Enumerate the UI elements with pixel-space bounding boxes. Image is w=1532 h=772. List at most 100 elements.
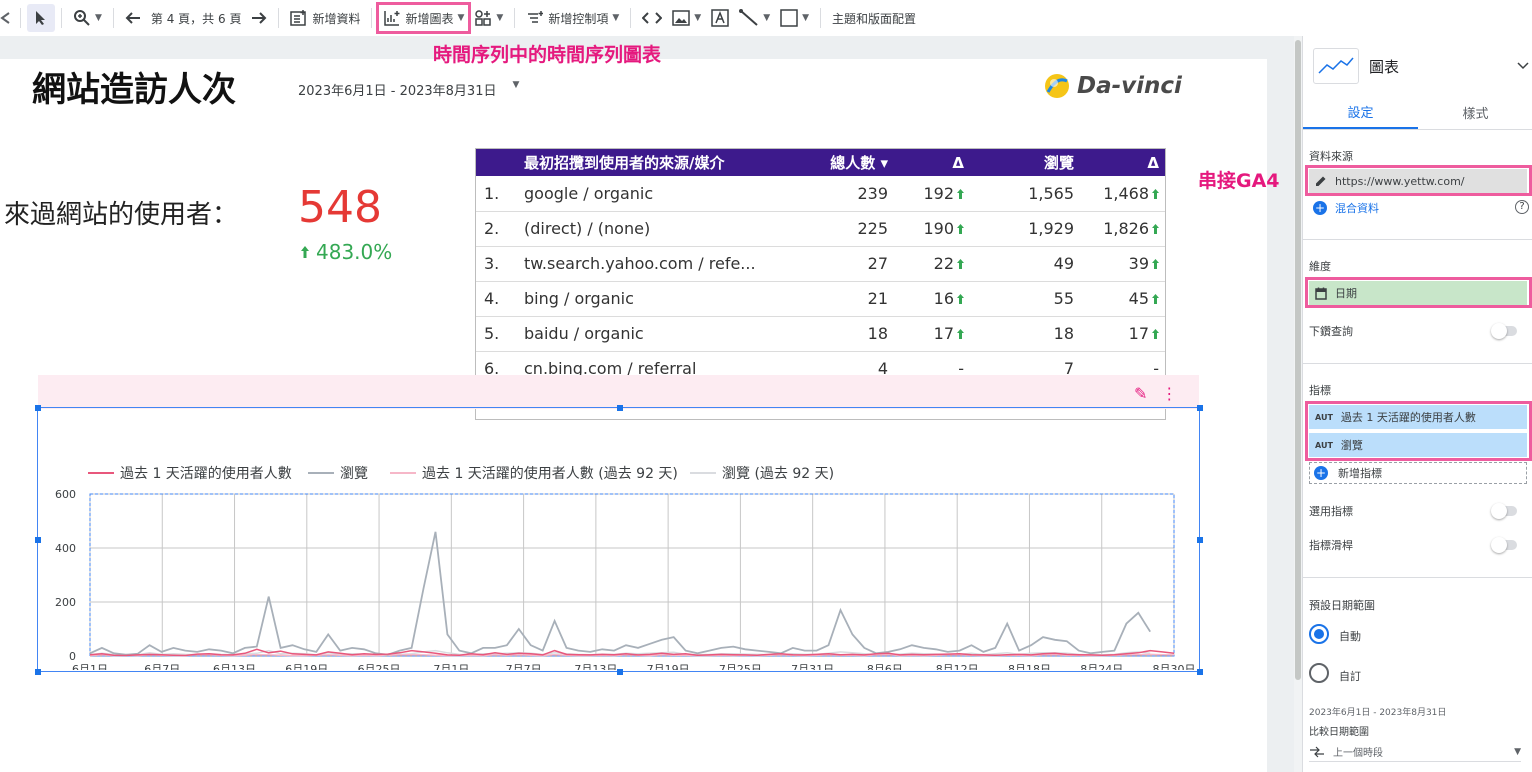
arrow-up-icon: [957, 224, 964, 234]
metric-slider-toggle[interactable]: [1491, 537, 1517, 553]
row-views: 55: [972, 281, 1082, 317]
optional-metric-toggle[interactable]: [1491, 503, 1517, 519]
x-tick-label: 6月1日: [72, 663, 108, 670]
more-vert-icon[interactable]: ⋮: [1161, 384, 1177, 403]
text-box-icon: [711, 9, 729, 27]
chevron-down-icon: ▼: [694, 13, 702, 23]
chevron-down-icon: ▼: [512, 80, 520, 90]
series-line: [89, 531, 1151, 656]
text-button[interactable]: [706, 4, 734, 32]
row-views-delta-value: 1,468: [1103, 183, 1149, 203]
table-header-row: 最初招攬到使用者的來源/媒介 總人數 ▾ Δ 瀏覽 Δ: [476, 149, 1165, 176]
x-tick-label: 6月19日: [285, 663, 328, 670]
row-users-delta: 17: [896, 316, 972, 352]
arrow-left-icon: [125, 12, 140, 24]
table-header-source[interactable]: 最初招攬到使用者的來源/媒介: [516, 149, 802, 176]
row-users-delta-value: 17: [933, 324, 954, 343]
page-indicator: 第 4 頁，共 6 頁: [150, 11, 242, 26]
prev-page-button[interactable]: [120, 4, 146, 32]
toolbar: ▼ 第 4 頁，共 6 頁 新增資料 新增圖表 ▼ ▼ 新增控制項 ▼ ▼ ▼: [0, 0, 1532, 36]
row-views-delta: 1,468: [1082, 176, 1165, 212]
row-users: 21: [802, 281, 896, 317]
chart-type-selector[interactable]: 圖表: [1313, 48, 1529, 84]
row-users-delta-value: 190: [923, 219, 954, 238]
table-row[interactable]: 4. bing / organic 21 16 55 45: [476, 281, 1165, 317]
row-users: 18: [802, 316, 896, 352]
compare-range-select[interactable]: 上一個時段 ▼: [1309, 742, 1521, 762]
row-index: 1.: [476, 176, 516, 212]
table-header-views[interactable]: 瀏覽: [972, 149, 1082, 176]
date-auto-radio[interactable]: [1309, 624, 1329, 644]
table-row[interactable]: 3. tw.search.yahoo.com / refe... 27 22 49 39: [476, 246, 1165, 282]
row-views-delta: 17: [1082, 316, 1165, 352]
date-range-control[interactable]: 2023年6月1日 - 2023年8月31日 ▼: [298, 80, 519, 99]
x-tick-label: 8月6日: [867, 663, 903, 670]
table-row[interactable]: 1. google / organic 239 192 1,565 1,468: [476, 176, 1165, 212]
add-component-button[interactable]: ▼: [469, 4, 508, 32]
edit-pencil-icon[interactable]: ✎: [1134, 384, 1147, 403]
tab-style[interactable]: 樣式: [1418, 96, 1532, 129]
line-chart-thumbnail: [1313, 48, 1359, 84]
zoom-button[interactable]: ▼: [68, 4, 107, 32]
theme-layout-button[interactable]: 主題和版面配置: [827, 4, 921, 32]
panel-divider: [1303, 577, 1532, 578]
x-tick-label: 6月25日: [358, 663, 401, 670]
next-page-button[interactable]: [246, 4, 272, 32]
table-header-views-delta[interactable]: Δ: [1082, 149, 1165, 176]
blend-data-link[interactable]: + 混合資料: [1313, 200, 1379, 216]
date-custom-radio[interactable]: [1309, 663, 1329, 683]
add-control-button[interactable]: 新增控制項 ▼: [521, 4, 624, 32]
add-chart-button[interactable]: 新增圖表 ▼: [376, 2, 472, 34]
add-metric-button[interactable]: + 新增指標: [1309, 462, 1527, 484]
table-header-index: [476, 149, 516, 176]
toolbar-divider: [61, 8, 62, 28]
cursor-icon: [36, 11, 45, 25]
drilldown-toggle[interactable]: [1491, 323, 1517, 339]
row-views-delta-value: 45: [1128, 289, 1149, 308]
scorecard-delta-value: 483.0%: [316, 240, 393, 264]
x-tick-label: 7月25日: [719, 663, 762, 670]
add-metric-label: 新增指標: [1338, 467, 1382, 480]
y-tick-label: 400: [55, 542, 76, 555]
canvas-scrollbar-thumb[interactable]: [1295, 40, 1301, 680]
toolbar-divider: [371, 8, 373, 28]
table-header-users-delta[interactable]: Δ: [896, 149, 972, 176]
chart-type-annotation: 時間序列中的時間序列圖表: [433, 44, 662, 66]
x-tick-label: 7月13日: [574, 663, 617, 670]
default-date-range-label: 預設日期範圍: [1309, 599, 1375, 612]
drilldown-label: 下鑽查詢: [1309, 325, 1353, 338]
row-users-delta: 22: [896, 246, 972, 282]
undo-icon[interactable]: [0, 4, 14, 32]
row-users: 27: [802, 246, 896, 282]
tab-setup[interactable]: 設定: [1303, 96, 1418, 129]
dimension-highlight: [1305, 277, 1532, 308]
line-button[interactable]: ▼: [734, 4, 775, 32]
metrics-highlight: [1305, 401, 1532, 461]
optional-metric-label: 選用指標: [1309, 505, 1353, 518]
row-index: 4.: [476, 281, 516, 317]
chart-actions: ✎ ⋮: [1134, 384, 1177, 403]
shape-button[interactable]: ▼: [775, 4, 814, 32]
datasource-highlight: [1305, 165, 1532, 196]
compare-arrows-icon: [1310, 746, 1324, 757]
rectangle-icon: [780, 9, 798, 27]
row-source: bing / organic: [516, 281, 802, 317]
image-button[interactable]: ▼: [667, 4, 706, 32]
select-tool-button[interactable]: [27, 4, 55, 32]
x-tick-label: 7月19日: [647, 663, 690, 670]
help-icon[interactable]: ?: [1515, 200, 1529, 214]
arrow-right-icon: [252, 12, 267, 24]
x-tick-label: 8月18日: [1008, 663, 1051, 670]
add-data-button[interactable]: 新增資料: [285, 4, 365, 32]
row-users: 225: [802, 211, 896, 247]
chevron-down-icon: ▼: [1514, 746, 1521, 757]
x-tick-label: 7月7日: [506, 663, 542, 670]
row-source: google / organic: [516, 176, 802, 212]
ga4-annotation: 串接GA4: [1198, 170, 1280, 192]
table-row[interactable]: 5. baidu / organic 18 17 18 17: [476, 316, 1165, 352]
table-header-users[interactable]: 總人數 ▾: [802, 149, 896, 176]
table-row[interactable]: 2. (direct) / (none) 225 190 1,929 1,826: [476, 211, 1165, 247]
row-users-delta: 192: [896, 176, 972, 212]
embed-code-button[interactable]: [637, 4, 667, 32]
blend-data-label: 混合資料: [1335, 202, 1379, 215]
